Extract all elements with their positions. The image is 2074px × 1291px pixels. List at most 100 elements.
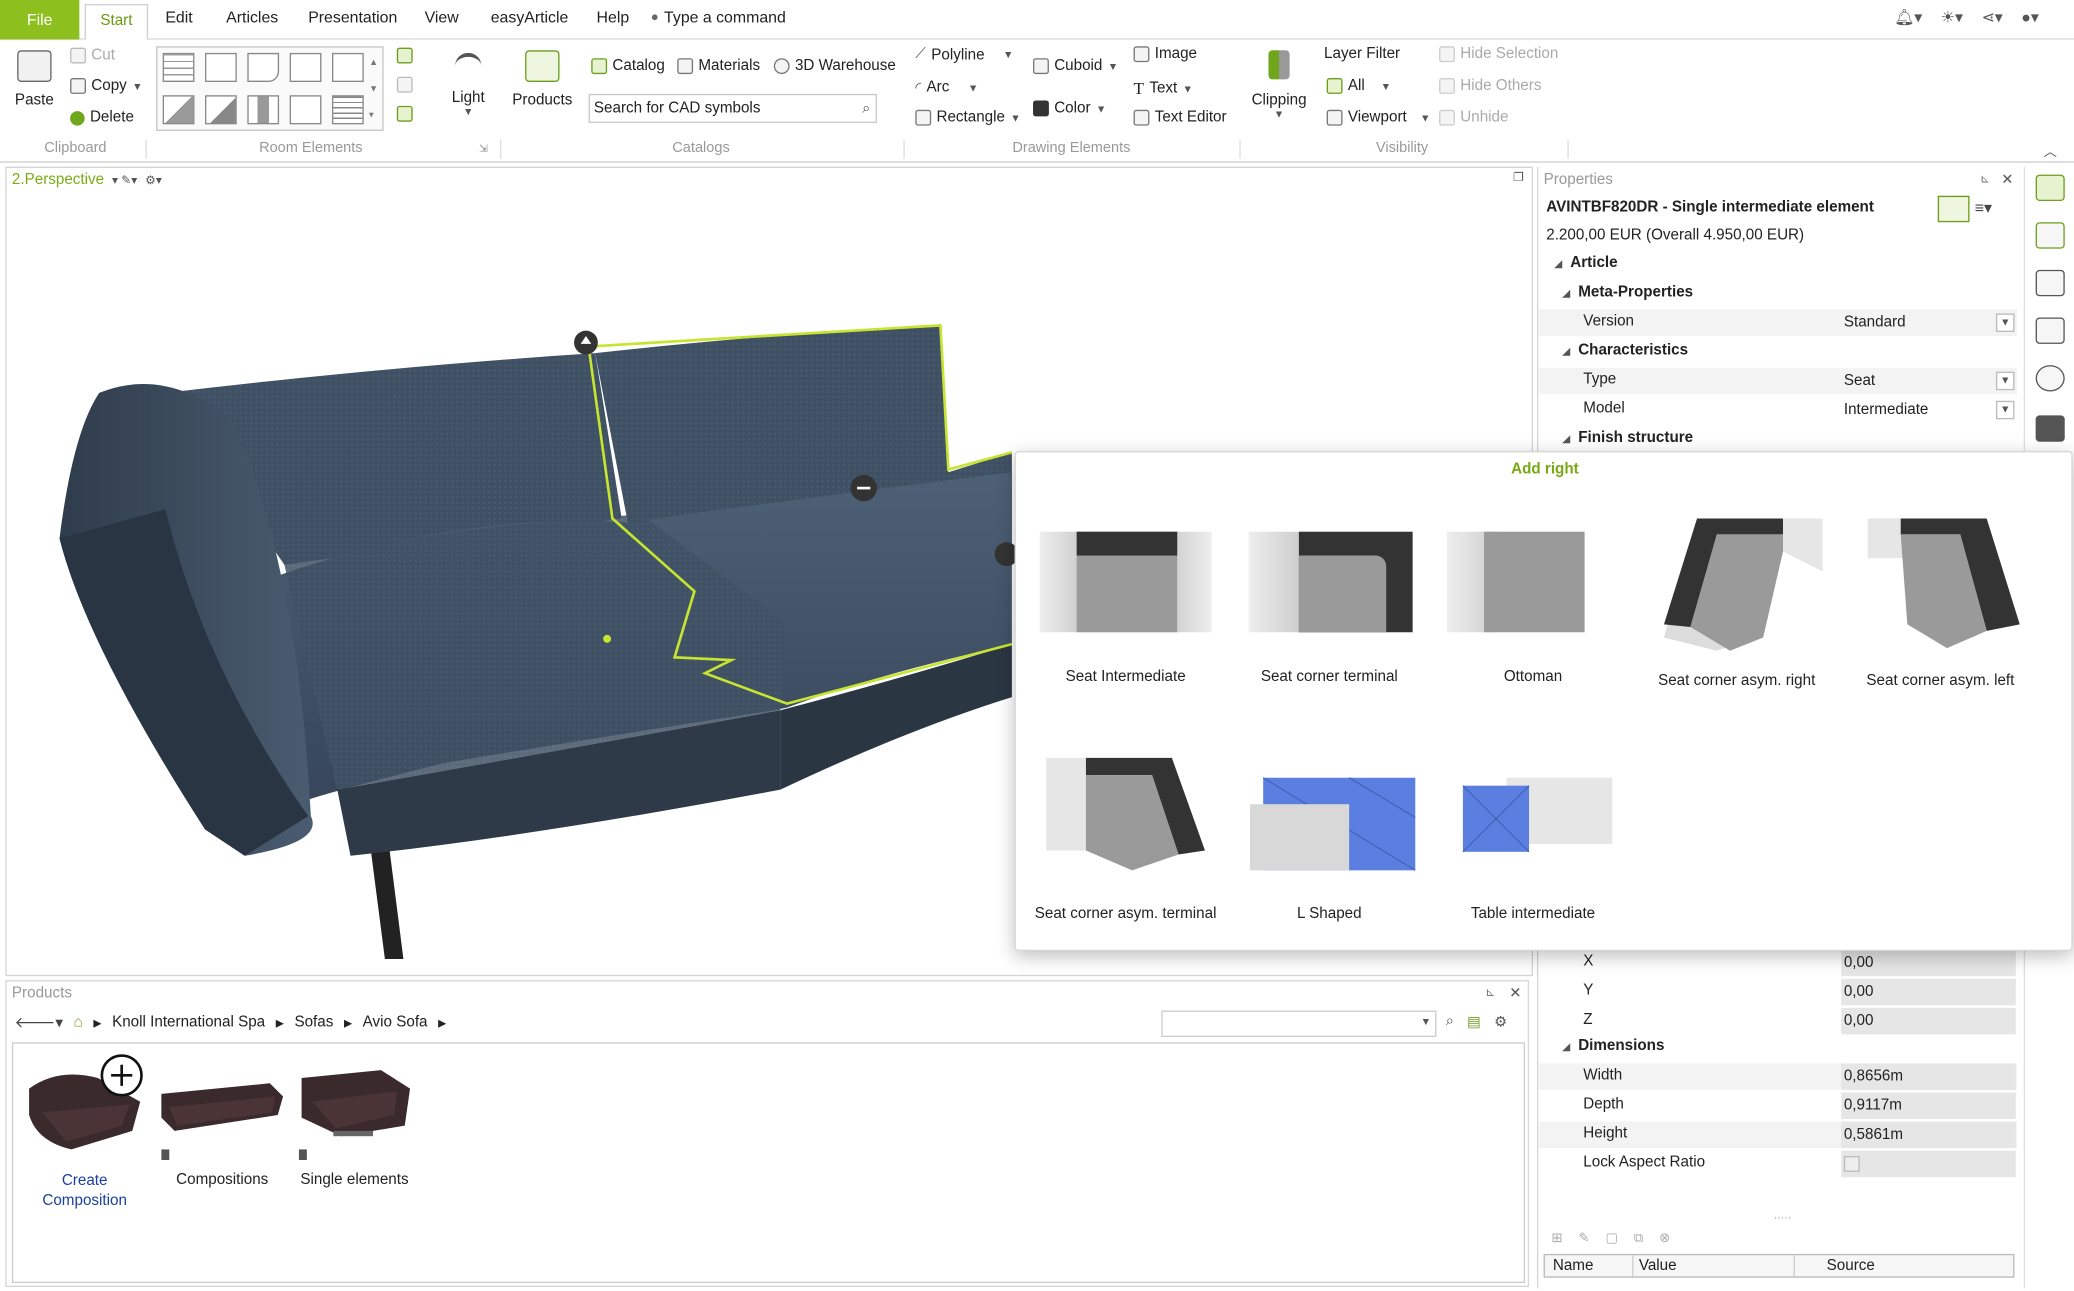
option-seat-corner-asym-left[interactable]: Seat corner asym. left — [1841, 505, 2039, 689]
warehouse-button[interactable]: 3D Warehouse — [773, 58, 896, 75]
section-dimensions[interactable]: ◢ Dimensions — [1562, 1038, 1664, 1054]
gear-icon[interactable]: ⚙ — [1494, 1013, 1507, 1031]
stairs-icon[interactable] — [331, 95, 364, 125]
cuboid-button[interactable]: Cuboid ▼ — [1033, 58, 1118, 75]
tab-edit[interactable]: Edit — [165, 8, 192, 27]
tab-help[interactable]: Help — [597, 8, 630, 27]
tree-view-icon[interactable] — [1937, 195, 1970, 223]
close-icon[interactable]: ✕ — [2001, 171, 2013, 188]
pin-icon[interactable]: ⊾ — [1485, 985, 1495, 1000]
section-meta[interactable]: ◢ Meta-Properties — [1562, 284, 1693, 300]
product-search-input[interactable]: ▼ — [1161, 1010, 1437, 1037]
column-icon[interactable] — [331, 52, 364, 83]
polyline-button[interactable]: ⟋ Polyline ▼ — [915, 46, 1013, 63]
prop-row-version[interactable]: Version Standard ▼ — [1538, 309, 2018, 336]
dialog-launcher-icon[interactable]: ⇲ — [479, 143, 488, 155]
prop-value[interactable]: 0,9117m — [1841, 1092, 2016, 1120]
product-single-elements[interactable]: Single elements — [288, 1049, 420, 1188]
rectangle-button[interactable]: Rectangle ▼ — [915, 109, 1021, 126]
prop-value[interactable]: 0,00 — [1841, 1007, 2016, 1035]
search-icon[interactable]: ⌕ — [862, 95, 870, 121]
add-property-icon[interactable]: ⊞ — [1552, 1231, 1563, 1246]
catalog-button[interactable]: Catalog — [591, 58, 665, 75]
option-seat-corner-terminal[interactable]: Seat corner terminal — [1230, 505, 1428, 685]
cut-button[interactable]: Cut — [70, 47, 115, 64]
window-icon[interactable] — [289, 52, 322, 83]
room-icon[interactable] — [205, 52, 237, 83]
document-icon[interactable]: ▢ — [1605, 1231, 1618, 1246]
text-editor-button[interactable]: Text Editor — [1133, 109, 1227, 126]
color-button[interactable]: Color ▼ — [1033, 100, 1106, 117]
chevron-down-icon[interactable]: ▼ — [1995, 371, 2015, 391]
arc-button[interactable]: ◜ Arc ▼ — [915, 78, 978, 96]
chevron-down-icon[interactable]: ▼ — [1995, 313, 2015, 332]
section-characteristics[interactable]: ◢ Characteristics — [1562, 343, 1688, 359]
3d-cube-icon[interactable] — [2035, 174, 2065, 202]
viewport-button[interactable]: Viewport ▼ — [1326, 109, 1430, 126]
prop-value[interactable]: 0,00 — [1841, 949, 2016, 977]
pin-icon[interactable]: ⊾ — [1980, 172, 1990, 187]
viewport-label[interactable]: 2.Perspective ▾ ✎▾ ⚙▾ — [12, 172, 162, 188]
grid-icon[interactable] — [396, 105, 413, 122]
back-arrow-icon[interactable]: 🡐︎▾ — [15, 1013, 63, 1032]
slope-icon[interactable] — [205, 95, 237, 125]
user-icon[interactable]: ●▾ — [2021, 8, 2039, 27]
gallery-scroll-icon[interactable]: ▲ ▼ ▾ — [369, 50, 378, 129]
roof-icon[interactable] — [162, 95, 195, 125]
option-ottoman[interactable]: Ottoman — [1434, 505, 1632, 685]
list-icon[interactable] — [2035, 317, 2065, 344]
info-box-icon[interactable] — [2035, 269, 2065, 297]
breadcrumb-item[interactable]: Sofas — [294, 1015, 333, 1031]
delete-button[interactable]: Delete — [70, 110, 134, 126]
brush-icon[interactable]: ✎ — [1578, 1231, 1589, 1246]
prop-row-lock[interactable]: Lock Aspect Ratio — [1538, 1150, 2017, 1178]
bell-icon[interactable]: 🔔︎▾ — [1894, 8, 1922, 27]
lock-checkbox[interactable] — [1841, 1150, 2016, 1178]
unhide-button[interactable]: Unhide — [1439, 109, 1508, 126]
sun-icon[interactable]: ☀︎▾ — [1941, 8, 1963, 27]
image-button[interactable]: Image — [1133, 46, 1197, 63]
tab-presentation[interactable]: Presentation — [308, 8, 397, 27]
option-seat-intermediate[interactable]: Seat Intermediate — [1026, 505, 1224, 685]
search-icon[interactable]: ⌕ — [1446, 1013, 1454, 1030]
prop-row-type[interactable]: Type Seat ▼ — [1538, 367, 2018, 395]
wall-icon[interactable] — [162, 52, 195, 83]
tab-start[interactable]: Start — [84, 3, 149, 42]
section-article[interactable]: ◢ Article — [1554, 255, 1617, 271]
breadcrumb-item[interactable]: Knoll International Spa — [112, 1015, 265, 1031]
maximize-icon[interactable]: ❐ — [1513, 171, 1524, 186]
prop-row-depth[interactable]: Depth 0,9117m — [1538, 1092, 2017, 1120]
prop-value[interactable]: 0,5861m — [1841, 1121, 2016, 1149]
prop-value[interactable]: 0,8656m — [1841, 1063, 2016, 1090]
archive-icon[interactable] — [2035, 415, 2065, 442]
file-tab[interactable]: File — [0, 0, 80, 40]
pillar-icon[interactable] — [247, 95, 280, 125]
all-button[interactable]: All ▼ — [1326, 78, 1391, 94]
option-seat-corner-asym-terminal[interactable]: Seat corner asym. terminal — [1026, 738, 1224, 922]
collapse-ribbon-icon[interactable]: ︿ — [2044, 140, 2057, 160]
share-icon[interactable]: ⋖▾ — [1981, 8, 2002, 27]
clipping-button[interactable]: Clipping ▼ — [1249, 50, 1310, 120]
align-icon[interactable] — [396, 76, 413, 93]
tab-easyarticle[interactable]: easyArticle — [491, 8, 569, 27]
settings-icon[interactable]: ⚙▾ — [145, 173, 162, 188]
clear-icon[interactable]: ⊗ — [1659, 1231, 1670, 1246]
col-source[interactable]: Source — [1793, 1255, 1875, 1277]
layer-filter-button[interactable]: Layer Filter — [1324, 46, 1400, 62]
splitter-grip[interactable]: ····· — [1774, 1212, 1792, 1224]
col-value[interactable]: Value — [1632, 1255, 1677, 1277]
close-icon[interactable]: ✕ — [1509, 984, 1521, 1001]
paste-button[interactable]: Paste — [13, 50, 55, 108]
tab-articles[interactable]: Articles — [226, 8, 278, 27]
catalog-book-icon[interactable] — [2035, 222, 2065, 249]
option-l-shaped[interactable]: L Shaped — [1230, 738, 1428, 922]
prop-row-height[interactable]: Height 0,5861m — [1538, 1121, 2018, 1149]
tab-view[interactable]: View — [425, 8, 459, 27]
pencil-icon[interactable]: ▾ ✎▾ — [112, 173, 137, 188]
light-button[interactable]: Light ▼ — [447, 52, 489, 118]
prop-row-model[interactable]: Model Intermediate ▼ — [1538, 397, 2017, 423]
globe-search-icon[interactable] — [2035, 365, 2065, 392]
materials-button[interactable]: Materials — [677, 58, 760, 75]
product-create-composition[interactable]: Create Composition — [19, 1049, 151, 1212]
prop-row-z[interactable]: Z 0,00 — [1538, 1007, 2017, 1035]
